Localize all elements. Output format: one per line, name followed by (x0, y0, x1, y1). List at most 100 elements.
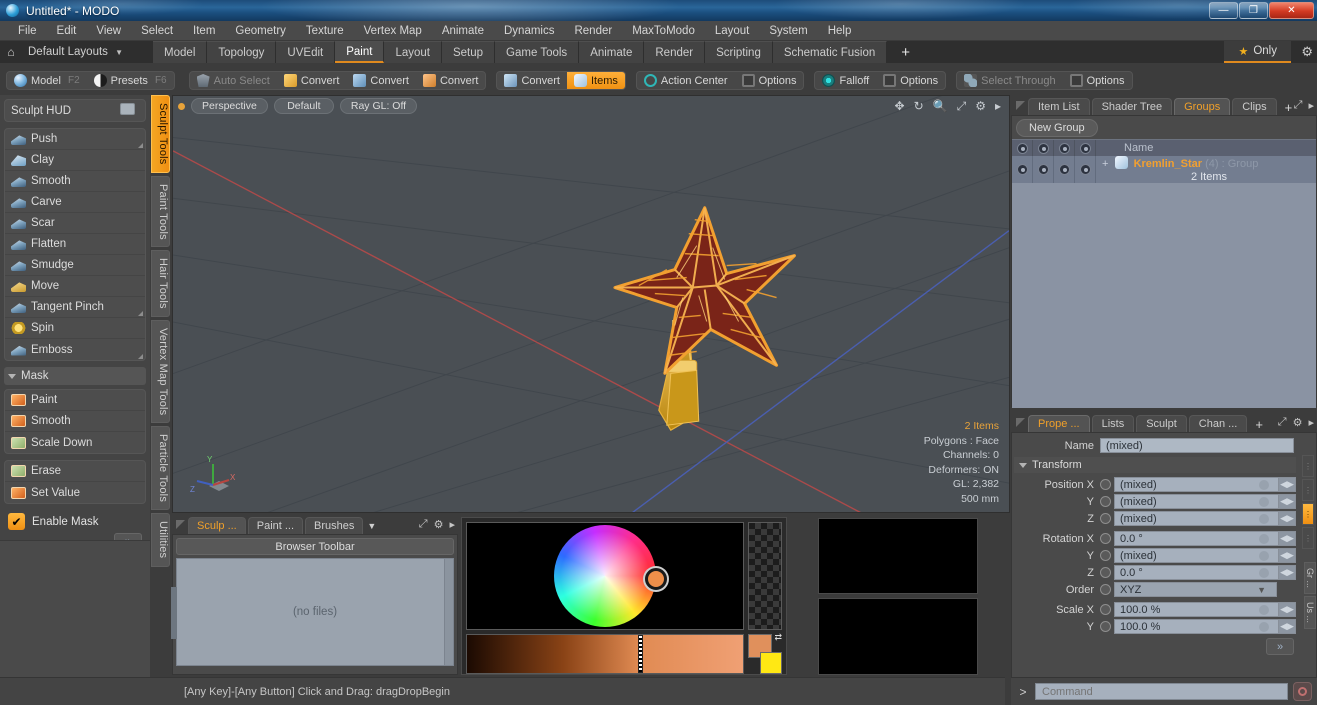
tab-schematic-fusion[interactable]: Schematic Fusion (772, 41, 888, 63)
mask-tool-set-value[interactable]: Set Value (5, 482, 145, 503)
viewport-view-mode[interactable]: Perspective (191, 98, 268, 114)
add-properties-tab-button[interactable]: + (1249, 417, 1269, 432)
position-y-stepper[interactable]: ◀▶ (1279, 494, 1296, 509)
items-mode-button[interactable]: Items (567, 72, 625, 89)
close-button[interactable]: ✕ (1269, 2, 1314, 19)
tool-tangent-pinch[interactable]: Tangent Pinch (5, 297, 145, 318)
sculpt-hud-button[interactable]: Sculpt HUD (5, 100, 145, 121)
scale-y-stepper[interactable]: ◀▶ (1279, 619, 1296, 634)
pan-icon[interactable]: ✥ (895, 99, 905, 114)
tab-lists[interactable]: Lists (1091, 415, 1135, 432)
menu-render[interactable]: Render (564, 21, 622, 41)
scroll-segment[interactable]: ⋮ (1302, 455, 1314, 477)
scale-x-stepper[interactable]: ◀▶ (1279, 602, 1296, 617)
convert-polygon-button[interactable]: Convert (416, 72, 486, 89)
tool-spin[interactable]: Spin (5, 318, 145, 339)
mask-tool-scale-down[interactable]: Scale Down (5, 432, 145, 453)
color-wheel[interactable] (554, 525, 656, 627)
scale-x-knob[interactable] (1100, 604, 1111, 615)
mode-model-button[interactable]: Model F2 (7, 72, 87, 89)
vtab-utilities[interactable]: Utilities (151, 513, 170, 567)
keyframe-icon[interactable] (1259, 479, 1269, 490)
rotation-y-stepper[interactable]: ◀▶ (1279, 548, 1296, 563)
expand-icon[interactable]: ⤢ (419, 518, 428, 531)
more-arrow-icon[interactable]: ▸ (449, 518, 455, 531)
row-visibility-toggle[interactable] (1012, 156, 1033, 183)
mask-tool-smooth[interactable]: Smooth (5, 411, 145, 432)
expand-corner-icon[interactable] (138, 143, 143, 148)
side-tab-user[interactable]: Us ... (1304, 596, 1316, 630)
tool-smooth[interactable]: Smooth (5, 171, 145, 192)
menu-layout[interactable]: Layout (705, 21, 760, 41)
menu-maxtomodo[interactable]: MaxToModo (622, 21, 705, 41)
tool-smudge[interactable]: Smudge (5, 255, 145, 276)
row-render-toggle[interactable] (1033, 156, 1054, 183)
value-slider[interactable] (466, 634, 744, 674)
browser-resize-handle[interactable] (171, 587, 177, 639)
tool-push[interactable]: Push (5, 129, 145, 150)
keyframe-icon[interactable] (1259, 513, 1269, 524)
tab-uvedit[interactable]: UVEdit (276, 41, 336, 63)
convert-items-button[interactable]: Convert (497, 72, 567, 89)
home-icon[interactable]: ⌂ (0, 45, 22, 59)
3d-viewport[interactable]: Perspective Default Ray GL: Off ✥ ↻ 🔍 ⤢ … (172, 95, 1010, 513)
keyframe-icon[interactable] (1259, 533, 1269, 544)
tab-render[interactable]: Render (644, 41, 706, 63)
side-tab-groups[interactable]: Gr ... (1304, 562, 1316, 594)
expand-icon[interactable]: ⤢ (1278, 416, 1287, 429)
tool-clay[interactable]: Clay (5, 150, 145, 171)
mode-presets-button[interactable]: Presets F6 (87, 72, 174, 89)
tool-move[interactable]: Move (5, 276, 145, 297)
tab-channels[interactable]: Chan ... (1188, 415, 1248, 432)
table-row[interactable]: + Kremlin_Star (4) : Group 2 Items (1012, 156, 1316, 183)
position-z-knob[interactable] (1100, 513, 1111, 524)
vtab-sculpt-tools[interactable]: Sculpt Tools (151, 95, 170, 173)
tab-groups[interactable]: Groups (1174, 98, 1231, 115)
panel-corner-icon[interactable] (1016, 101, 1025, 110)
order-dropdown[interactable]: XYZ ▼ (1114, 582, 1277, 597)
rotation-x-stepper[interactable]: ◀▶ (1279, 531, 1296, 546)
falloff-options-button[interactable]: Options (876, 72, 945, 89)
command-input[interactable] (1035, 683, 1288, 700)
scroll-segment-active[interactable]: ⋮ (1302, 503, 1314, 525)
scroll-segment[interactable]: ⋮ (1302, 527, 1314, 549)
groups-list-body[interactable]: + Kremlin_Star (4) : Group 2 Items (1012, 156, 1316, 408)
row-lock-toggle[interactable] (1054, 156, 1075, 183)
keyframe-icon[interactable] (1259, 604, 1269, 615)
vtab-particle-tools[interactable]: Particle Tools (151, 426, 170, 511)
gear-icon[interactable]: ⚙ (1293, 416, 1303, 429)
gear-icon[interactable]: ⚙ (1301, 44, 1313, 60)
order-knob[interactable] (1100, 584, 1111, 595)
minimize-button[interactable]: — (1209, 2, 1238, 19)
expand-corner-icon[interactable] (138, 311, 143, 316)
mask-section-header[interactable]: Mask (4, 367, 146, 385)
rotation-y-field[interactable]: (mixed) (1114, 548, 1279, 563)
rotate-icon[interactable]: ↻ (914, 99, 924, 114)
position-x-knob[interactable] (1100, 479, 1111, 490)
convert-vertex-button[interactable]: Convert (277, 72, 347, 89)
browser-file-area[interactable]: (no files) (171, 558, 454, 666)
tab-properties[interactable]: Prope ... (1028, 415, 1090, 432)
tool-scar[interactable]: Scar (5, 213, 145, 234)
mask-tool-erase[interactable]: Erase (5, 461, 145, 482)
menu-view[interactable]: View (86, 21, 131, 41)
more-arrow-icon[interactable]: ▸ (995, 99, 1001, 114)
expand-icon[interactable]: ⤢ (1294, 99, 1303, 112)
scale-x-field[interactable]: 100.0 % (1114, 602, 1279, 617)
only-toggle[interactable]: ★ Only (1224, 41, 1291, 63)
position-z-field[interactable]: (mixed) (1114, 511, 1279, 526)
new-group-button[interactable]: New Group (1016, 119, 1098, 137)
chevron-down-icon[interactable]: ▼ (365, 521, 380, 534)
color-wheel-cursor[interactable] (645, 568, 667, 590)
keyframe-icon[interactable] (1259, 496, 1269, 507)
menu-item[interactable]: Item (183, 21, 225, 41)
tool-flatten[interactable]: Flatten (5, 234, 145, 255)
scale-y-field[interactable]: 100.0 % (1114, 619, 1279, 634)
name-field[interactable]: (mixed) (1100, 438, 1294, 453)
falloff-button[interactable]: Falloff (815, 72, 876, 89)
enable-mask-row[interactable]: ✔ Enable Mask (4, 510, 146, 533)
tab-clips[interactable]: Clips (1232, 98, 1277, 115)
position-x-stepper[interactable]: ◀▶ (1279, 477, 1296, 492)
tab-sculpt[interactable]: Sculpt (1136, 415, 1187, 432)
panel-corner-icon[interactable] (1016, 418, 1025, 427)
